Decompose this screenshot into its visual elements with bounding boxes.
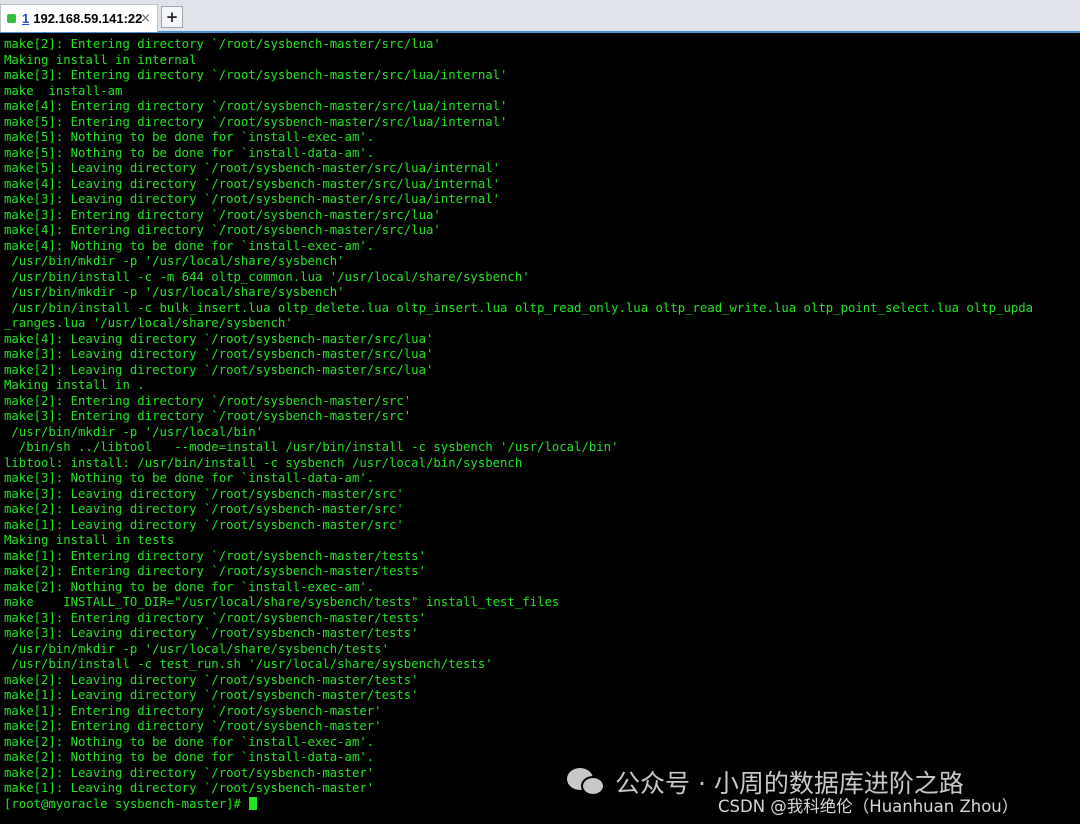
tab-index: 1: [22, 11, 30, 26]
terminal-line: make[3]: Leaving directory `/root/sysben…: [4, 486, 404, 501]
tab-bar: 1 192.168.59.141:22 × +: [0, 0, 1080, 33]
terminal-line: make[3]: Entering directory `/root/sysbe…: [4, 409, 412, 423]
shell-prompt: [root@myoracle sysbench-master]#: [4, 796, 249, 811]
terminal-line: make[3]: Nothing to be done for `install…: [4, 471, 375, 485]
terminal-line: make[1]: Entering directory `/root/sysbe…: [4, 548, 426, 563]
terminal-line: make[2]: Nothing to be done for `install…: [4, 750, 375, 764]
terminal-line: make[1]: Leaving directory `/root/sysben…: [4, 688, 419, 702]
terminal-line: make[2]: Nothing to be done for `install…: [4, 579, 375, 594]
terminal-line: Making install in .: [4, 378, 145, 392]
terminal-line: /usr/bin/install -c -m 644 oltp_common.l…: [4, 269, 530, 284]
terminal-line: make[4]: Entering directory `/root/sysbe…: [4, 99, 508, 113]
terminal-line: make[2]: Entering directory `/root/sysbe…: [4, 393, 412, 408]
terminal-line: make[5]: Nothing to be done for `install…: [4, 145, 375, 160]
terminal-line: make[4]: Leaving directory `/root/sysben…: [4, 331, 434, 346]
session-tab[interactable]: 1 192.168.59.141:22 ×: [0, 4, 158, 32]
terminal-line: Making install in tests: [4, 533, 175, 547]
terminal-line: make[5]: Entering directory `/root/sysbe…: [4, 114, 508, 129]
terminal-line: make[1]: Leaving directory `/root/sysben…: [4, 517, 404, 532]
new-tab-button[interactable]: +: [161, 6, 183, 28]
terminal-line: make[1]: Leaving directory `/root/sysben…: [4, 781, 375, 795]
terminal-line: make[4]: Entering directory `/root/sysbe…: [4, 223, 441, 237]
terminal-line: make[4]: Leaving directory `/root/sysben…: [4, 176, 501, 191]
terminal-line: /usr/bin/mkdir -p '/usr/local/share/sysb…: [4, 641, 389, 656]
tab-title: 192.168.59.141:22: [33, 11, 143, 26]
csdn-credit: CSDN @我科绝伦（Huanhuan Zhou）: [718, 797, 1019, 816]
terminal-line: make[2]: Entering directory `/root/sysbe…: [4, 719, 382, 733]
terminal-line: make install-am: [4, 83, 123, 98]
terminal-line: make[2]: Leaving directory `/root/sysben…: [4, 765, 375, 780]
terminal-line: Making install in internal: [4, 52, 197, 67]
terminal-line: make INSTALL_TO_DIR="/usr/local/share/sy…: [4, 595, 560, 609]
terminal-line: make[2]: Leaving directory `/root/sysben…: [4, 672, 419, 687]
terminal-line: /usr/bin/mkdir -p '/usr/local/bin': [4, 424, 264, 439]
terminal-output[interactable]: make[2]: Entering directory `/root/sysbe…: [0, 35, 1080, 824]
terminal-line: make[3]: Leaving directory `/root/sysben…: [4, 347, 434, 361]
terminal-line: make[5]: Leaving directory `/root/sysben…: [4, 161, 501, 175]
terminal-line: make[2]: Leaving directory `/root/sysben…: [4, 502, 404, 516]
connected-status-icon: [7, 14, 16, 23]
wechat-icon: [567, 766, 607, 798]
terminal-line: make[2]: Leaving directory `/root/sysben…: [4, 362, 434, 377]
close-tab-icon[interactable]: ×: [140, 11, 151, 26]
terminal-line: make[2]: Entering directory `/root/sysbe…: [4, 37, 441, 51]
shell-prompt-line[interactable]: [root@myoracle sysbench-master]#: [4, 796, 258, 813]
terminal-line: make[3]: Entering directory `/root/sysbe…: [4, 207, 441, 222]
terminal-line: make[3]: Leaving directory `/root/sysben…: [4, 626, 419, 640]
terminal-line: make[4]: Nothing to be done for `install…: [4, 238, 375, 253]
terminal-line: make[3]: Entering directory `/root/sysbe…: [4, 68, 508, 82]
text-cursor: [249, 796, 258, 810]
terminal-line: make[3]: Entering directory `/root/sysbe…: [4, 610, 426, 625]
terminal-line: /usr/bin/install -c test_run.sh '/usr/lo…: [4, 657, 493, 671]
terminal-line: /usr/bin/mkdir -p '/usr/local/share/sysb…: [4, 285, 345, 299]
terminal-line: make[5]: Nothing to be done for `install…: [4, 130, 375, 144]
terminal-line: /bin/sh ../libtool --mode=install /usr/b…: [4, 440, 619, 454]
terminal-line: _ranges.lua '/usr/local/share/sysbench': [4, 316, 293, 330]
terminal-line: /usr/bin/install -c bulk_insert.lua oltp…: [4, 300, 1034, 315]
terminal-line: libtool: install: /usr/bin/install -c sy…: [4, 455, 523, 470]
terminal-line: make[3]: Leaving directory `/root/sysben…: [4, 192, 501, 206]
terminal-line: make[1]: Entering directory `/root/sysbe…: [4, 703, 382, 718]
terminal-line: /usr/bin/mkdir -p '/usr/local/share/sysb…: [4, 254, 345, 268]
terminal-line: make[2]: Nothing to be done for `install…: [4, 734, 375, 749]
terminal-line: make[2]: Entering directory `/root/sysbe…: [4, 564, 426, 578]
